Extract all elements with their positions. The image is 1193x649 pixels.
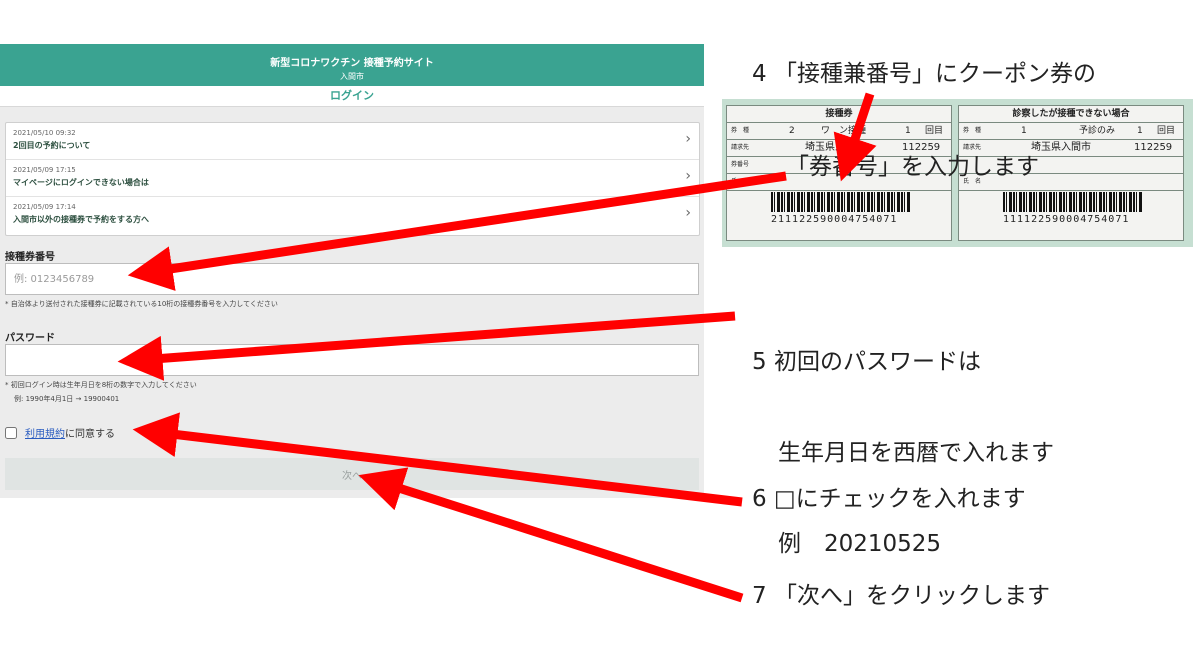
annotation-arrows [117,92,877,603]
arrow-step4-top [833,92,877,182]
arrow-step5 [117,311,736,381]
arrow-step4 [127,171,787,291]
arrow-step6 [132,412,743,507]
